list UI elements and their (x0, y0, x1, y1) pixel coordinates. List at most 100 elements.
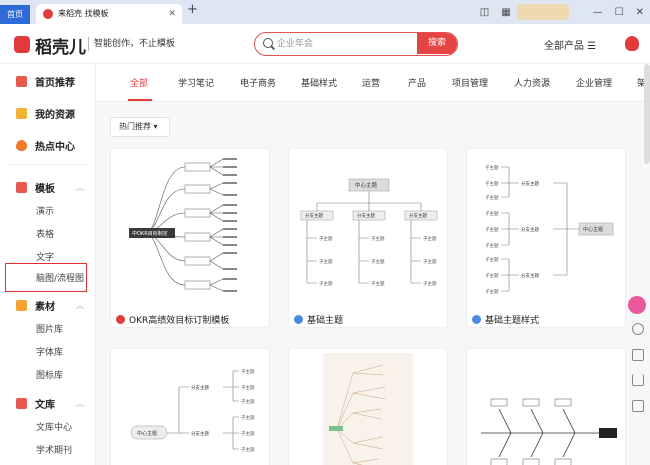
gift-icon[interactable] (628, 296, 646, 314)
mindmap-icon (294, 315, 303, 324)
tab-ecommerce[interactable]: 电子商务 (240, 76, 276, 89)
tab-operations[interactable]: 运营 (362, 76, 380, 89)
preview-sub-text: 子主题 (241, 446, 255, 453)
template-card[interactable]: 中心主题 分支主题 分支主题 分支主题 子主题 子主题 子主题 子主题 子主题 … (288, 148, 448, 328)
preview-branch-text: 分支主题 (409, 212, 427, 219)
grid-icon[interactable]: ▦ (501, 7, 510, 18)
template-thumbnail: 中心主题 分支主题 分支主题 分支主题 子主题 子主题 子主题 子主题 子主题 … (293, 153, 443, 303)
sidebar-item-library[interactable]: 文库 (16, 396, 55, 411)
all-products-menu[interactable]: 全部产品 ☰ (544, 37, 596, 52)
search-input[interactable] (277, 33, 417, 54)
sidebar-item-images[interactable]: 图片库 (36, 322, 63, 335)
sidebar: 首页推荐 我的资源 热点中心 模板 ︿ 演示 表格 文字 脑图/流程图 素材 ︿… (0, 64, 96, 465)
chevron-up-icon[interactable]: ︿ (76, 182, 84, 193)
template-title: 基础主题样式 (485, 316, 540, 326)
basic-topic-style-preview: 中心主题 分支主题 分支主题 分支主题 子主题 子主题 子主题 子主题 子主题 … (485, 164, 614, 295)
browser-title-bar: 首页 来稻壳 找模板 ✕ + ◫ ▦ — ☐ ✕ (0, 0, 650, 24)
flame-icon (16, 140, 27, 151)
preview-branch-text: 分支主题 (521, 226, 539, 233)
folder-icon (16, 108, 27, 119)
template-icon (16, 182, 27, 193)
docer-tab-icon (43, 9, 53, 19)
preview-sub-text: 子主题 (371, 280, 385, 287)
chevron-up-icon[interactable]: ︿ (76, 398, 84, 409)
preview-sub-text: 子主题 (485, 272, 499, 279)
preview-sub-text: 子主题 (371, 258, 385, 265)
tab-hr[interactable]: 人力资源 (514, 76, 550, 89)
tab-all[interactable]: 全部 (130, 76, 148, 89)
download-icon[interactable] (632, 374, 644, 386)
close-icon[interactable]: ✕ (168, 4, 176, 24)
preview-sub-text: 子主题 (241, 414, 255, 421)
main-content: 全部 学习笔记 电子商务 基础样式 运营 产品 项目管理 人力资源 企业管理 架… (96, 64, 650, 465)
qrcode-icon[interactable] (632, 400, 644, 412)
window-controls: ◫ ▦ — ☐ ✕ (474, 0, 650, 24)
template-thumbnail: 中心主题 分支主题 分支主题 子主题 子主题 子主题 子主题 子主题 子主题 (115, 353, 265, 465)
tab-home[interactable]: 首页 (0, 5, 30, 24)
tab-study-notes[interactable]: 学习笔记 (178, 76, 214, 89)
preview-sub-text: 子主题 (485, 180, 499, 187)
wps-logo-icon[interactable] (625, 36, 639, 51)
sidebar-item-library-center[interactable]: 文库中心 (36, 420, 72, 433)
sidebar-item-resources[interactable]: 我的资源 (16, 106, 75, 121)
sidebar-item-icons[interactable]: 图标库 (36, 368, 63, 381)
sidebar-item-ppt[interactable]: 演示 (36, 204, 54, 217)
preview-branch-text: 分支主题 (521, 180, 539, 187)
left-tree-preview: 中心主题 分支主题 分支主题 子主题 子主题 子主题 子主题 子主题 子主题 (130, 368, 255, 453)
sidebar-item-doc[interactable]: 文字 (36, 250, 54, 263)
active-tab-indicator (128, 99, 152, 101)
preview-sub-text: 子主题 (485, 256, 499, 263)
search-box: 搜索 (254, 32, 458, 56)
sidebar-item-label: 热点中心 (35, 142, 75, 153)
logo-text[interactable]: 稻壳儿 (35, 33, 86, 58)
preview-sub-text: 子主题 (485, 242, 499, 249)
sidebar-item-hot[interactable]: 热点中心 (16, 138, 75, 153)
template-card[interactable] (466, 348, 626, 465)
tab-project-mgmt[interactable]: 项目管理 (452, 76, 488, 89)
sidebar-item-templates[interactable]: 模板 (16, 180, 55, 195)
tab-docer[interactable]: 来稻壳 找模板 ✕ (36, 4, 182, 24)
sort-label: 热门推荐 (119, 122, 151, 131)
selection-highlight (5, 263, 87, 292)
maximize-icon[interactable]: ☐ (615, 7, 624, 18)
sidebar-item-home[interactable]: 首页推荐 (16, 74, 75, 89)
chevron-up-icon[interactable]: ︿ (76, 300, 84, 311)
scrollbar[interactable] (644, 64, 650, 164)
preview-sub-text: 子主题 (485, 226, 499, 233)
tab-basic-style[interactable]: 基础样式 (301, 76, 337, 89)
window-close-icon[interactable]: ✕ (636, 7, 644, 18)
preview-branch-text: 分支主题 (305, 212, 323, 219)
sidebar-item-materials[interactable]: 素材 (16, 298, 55, 313)
reader-icon[interactable]: ◫ (480, 7, 489, 18)
template-title: OKR高绩效目标订制模板 (129, 316, 230, 326)
sidebar-item-sheet[interactable]: 表格 (36, 227, 54, 240)
sidebar-divider (10, 164, 86, 165)
template-card[interactable] (288, 348, 448, 465)
sidebar-item-journals[interactable]: 学术期刊 (36, 443, 72, 456)
search-button[interactable]: 搜索 (417, 33, 457, 54)
message-icon[interactable] (632, 349, 644, 361)
preview-sub-text: 子主题 (241, 430, 255, 437)
template-card[interactable]: 中OKR目标制定 OKR高绩效目标订制模板 (110, 148, 270, 328)
sort-dropdown[interactable]: 热门推荐 ▾ (110, 117, 170, 137)
new-tab-button[interactable]: + (187, 2, 198, 17)
minimize-icon[interactable]: — (593, 7, 603, 18)
preview-sub-text: 子主题 (241, 368, 255, 375)
sidebar-item-fonts[interactable]: 字体库 (36, 345, 63, 358)
slogan: 智能创作，不止模板 (88, 37, 175, 51)
user-account[interactable] (516, 4, 569, 20)
preview-branch-text: 分支主题 (521, 272, 539, 279)
user-icon[interactable] (632, 323, 644, 335)
preview-sub-text: 子主题 (423, 235, 437, 242)
template-thumbnail (323, 353, 413, 465)
preview-sub-text: 子主题 (485, 194, 499, 201)
docer-logo-icon[interactable] (14, 36, 30, 53)
template-thumbnail: 中心主题 分支主题 分支主题 分支主题 子主题 子主题 子主题 子主题 子主题 … (471, 153, 621, 303)
preview-center-text: 中心主题 (137, 430, 157, 437)
template-card[interactable]: 中心主题 分支主题 分支主题 子主题 子主题 子主题 子主题 子主题 子主题 (110, 348, 270, 465)
tab-product[interactable]: 产品 (408, 76, 426, 89)
template-card[interactable]: 中心主题 分支主题 分支主题 分支主题 子主题 子主题 子主题 子主题 子主题 … (466, 148, 626, 328)
sidebar-item-label: 首页推荐 (35, 78, 75, 89)
sidebar-item-label: 我的资源 (35, 110, 75, 121)
tab-enterprise-mgmt[interactable]: 企业管理 (576, 76, 612, 89)
